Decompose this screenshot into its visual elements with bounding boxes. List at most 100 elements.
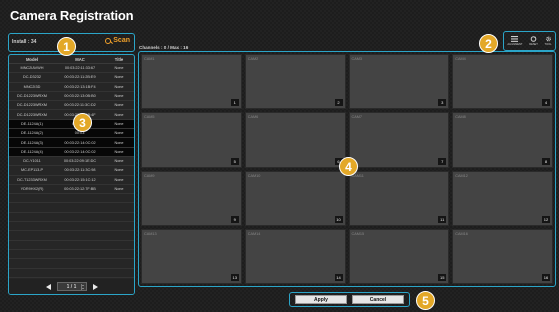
cell-model: DC-T1233WRXM <box>17 177 47 182</box>
scan-button[interactable]: Scan <box>105 37 130 44</box>
cell-model: DE-1124A(3) <box>21 140 43 145</box>
table-row[interactable]: DC-D1223WRXM 00:03:22:13:0B:B0 None <box>9 92 134 102</box>
table-row[interactable] <box>9 231 134 241</box>
apply-button[interactable]: Apply <box>295 295 347 304</box>
page-text: 1 / 1 <box>66 283 77 290</box>
alignment-label: ALIGNMENT <box>507 43 523 46</box>
channel-number: 3 <box>438 99 447 107</box>
cell-model: DC-D1223WRXM <box>17 94 47 99</box>
table-row[interactable]: MC-EP113-P 00:03:22:11:3C:98 None <box>9 166 134 176</box>
tool-button[interactable]: TOOL <box>545 36 552 46</box>
table-row[interactable]: DC-D1223WRXM 00:03:22:11:3C:D2 None <box>9 101 134 111</box>
channel-cell[interactable]: CAM11 11 <box>348 170 450 226</box>
table-row[interactable] <box>9 203 134 213</box>
cell-title: None <box>114 168 124 173</box>
channel-cell[interactable]: CAM2 2 <box>244 54 346 110</box>
cell-model: DE-1124A(4) <box>21 149 43 154</box>
cell-title: None <box>114 131 124 136</box>
channel-cell[interactable]: CAM6 6 <box>244 112 346 168</box>
callout-4: 4 <box>339 157 358 176</box>
table-row[interactable] <box>9 269 134 278</box>
table-row[interactable]: MNC2I3D 00:03:22:13:1B:F4 None <box>9 83 134 92</box>
table-row[interactable]: DE-1124A(3) 00:03:22:14:0C:02 None <box>9 138 134 148</box>
table-row[interactable]: DC-Y1011 00:03:22:09:1E:DC None <box>9 157 134 167</box>
table-row[interactable]: DE-1124A(1)00:03:22:None <box>9 119 134 130</box>
channel-cell[interactable]: CAM9 9 <box>141 170 242 226</box>
channel-number: 12 <box>542 215 550 223</box>
column-model[interactable]: Model <box>9 57 55 62</box>
channel-number: 14 <box>334 274 343 281</box>
channel-cell[interactable]: CAM7 7 <box>348 112 450 168</box>
channel-cell[interactable]: CAM10 10 <box>244 170 346 226</box>
channel-cell[interactable]: CAM5 5 <box>141 112 242 168</box>
channel-name: CAM8 <box>455 115 466 120</box>
channel-cell[interactable]: CAM4 4 <box>452 54 553 110</box>
page-selector[interactable]: 1 / 1 <box>56 282 87 291</box>
callout-2: 2 <box>479 34 498 53</box>
callout-3: 3 <box>73 113 92 132</box>
cell-mac: 00:03:22:14:0C:02 <box>64 140 96 145</box>
page-spinner[interactable] <box>80 284 85 290</box>
channel-cell[interactable]: CAM14 14 <box>244 228 346 284</box>
cell-title: None <box>114 121 124 126</box>
table-row[interactable]: DE-1124A(4) 00:03:22:14:0C:02 None <box>9 147 134 157</box>
table-row[interactable] <box>9 250 134 260</box>
cell-title: None <box>114 103 124 108</box>
table-row[interactable]: YDR9HX2(R) 00:03:22:12:7F:BB None <box>9 185 134 195</box>
cell-title: None <box>114 75 124 80</box>
channel-number: 1 <box>230 99 239 107</box>
channel-number: 11 <box>438 215 447 223</box>
channel-number: 9 <box>230 215 239 223</box>
cell-model: YDR9HX2(R) <box>20 187 44 191</box>
cell-title: None <box>114 187 124 191</box>
channel-cell[interactable]: CAM3 3 <box>348 54 450 110</box>
reset-label: RESET <box>529 43 538 46</box>
reset-button[interactable]: RESET <box>529 36 538 46</box>
channel-name: CAM6 <box>247 115 259 120</box>
prev-page-icon[interactable] <box>45 283 51 290</box>
column-title[interactable]: Title <box>105 57 133 62</box>
alignment-button[interactable]: ALIGNMENT <box>507 36 523 46</box>
channel-name: CAM1 <box>144 57 155 61</box>
channel-cell[interactable]: CAM13 13 <box>141 228 242 284</box>
table-row[interactable] <box>9 213 134 223</box>
channel-cell[interactable]: CAM15 15 <box>348 228 450 284</box>
table-row[interactable]: DC-D3232 00:03:22:11:2B:E9 None <box>9 73 134 83</box>
table-row[interactable] <box>9 241 134 250</box>
table-row[interactable]: DC-T1233WRXM 00:03:22:15:1C:12 None <box>9 176 134 185</box>
cell-mac: 00:03:22:11:33:67 <box>64 66 96 71</box>
list-column-headers: Model MAC Title <box>9 55 134 64</box>
channel-cell[interactable]: CAM12 12 <box>452 170 553 226</box>
channel-number: 16 <box>542 274 550 281</box>
channel-number: 7 <box>438 157 447 165</box>
cancel-button[interactable]: Cancel <box>352 295 404 304</box>
channel-cell[interactable]: CAM8 8 <box>452 112 553 168</box>
table-row[interactable]: MNC2IAVWH 00:03:22:11:33:67 None <box>9 64 134 74</box>
cell-mac: 00:03:22:15:1C:12 <box>64 177 96 182</box>
action-buttons: Apply Cancel <box>289 292 410 307</box>
channel-name: CAM7 <box>351 115 363 120</box>
column-mac[interactable]: MAC <box>55 57 105 62</box>
cell-title: None <box>114 159 124 164</box>
channel-name: CAM3 <box>351 57 363 61</box>
table-row[interactable] <box>9 194 134 204</box>
cell-model: DE-1124A(2) <box>21 131 43 136</box>
table-row[interactable] <box>9 259 134 269</box>
channel-number: 8 <box>542 157 550 165</box>
cell-mac: 00:03:22:11:3C:98 <box>64 168 96 173</box>
channel-name: CAM15 <box>351 231 365 236</box>
callout-5: 5 <box>416 291 435 310</box>
table-row[interactable]: DC-D1223WRXM00:03:22:13:0B:4FNone <box>9 110 134 120</box>
next-page-icon[interactable] <box>92 283 98 290</box>
channel-name: CAM2 <box>247 57 259 61</box>
camera-list-panel: Install : 34 Scan Model MAC Title MNC2IA… <box>8 33 135 295</box>
table-row[interactable] <box>9 222 134 232</box>
cell-title: None <box>114 140 124 145</box>
table-row[interactable]: DE-1124A(2) 00:03: None <box>9 129 134 139</box>
callout-1: 1 <box>57 37 76 56</box>
channel-cell[interactable]: CAM1 1 <box>141 54 242 110</box>
tool-label: TOOL <box>544 43 552 46</box>
cell-model: DC-Y1011 <box>23 159 41 164</box>
channel-cell[interactable]: CAM16 16 <box>452 228 553 284</box>
cell-title: None <box>114 112 124 117</box>
